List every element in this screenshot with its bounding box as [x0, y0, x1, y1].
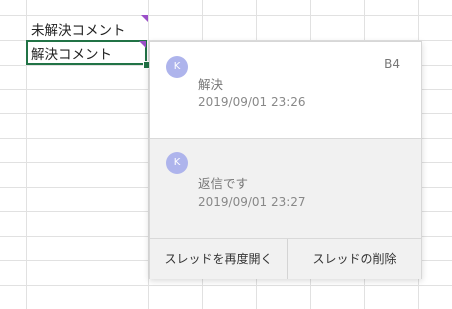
comment-timestamp: 2019/09/01 23:26 [198, 95, 306, 109]
avatar: K [166, 56, 188, 78]
comment-main[interactable]: K B4 解決 2019/09/01 23:26 [150, 42, 421, 138]
comment-indicator[interactable] [139, 41, 146, 48]
comment-text: 解決 [198, 77, 224, 92]
reopen-thread-button[interactable]: スレッドを再度開く [150, 239, 288, 279]
reply-timestamp: 2019/09/01 23:27 [198, 195, 306, 209]
grid-line [0, 15, 452, 16]
grid-line [0, 285, 452, 286]
thread-actions: スレッドを再度開く スレッドの削除 [150, 238, 421, 279]
cell-reference: B4 [384, 57, 400, 71]
delete-thread-button[interactable]: スレッドの削除 [288, 239, 421, 279]
cell-resolved-comment[interactable]: 解決コメント [31, 43, 112, 63]
comment-indicator[interactable] [141, 15, 148, 22]
cell-unresolved-comment[interactable]: 未解決コメント [31, 19, 126, 39]
comment-reply[interactable]: K 返信です 2019/09/01 23:27 [150, 138, 421, 239]
comment-thread-pane: K B4 解決 2019/09/01 23:26 K 返信です 2019/09/… [149, 41, 422, 279]
avatar: K [166, 152, 188, 174]
reply-text: 返信です [198, 176, 249, 191]
